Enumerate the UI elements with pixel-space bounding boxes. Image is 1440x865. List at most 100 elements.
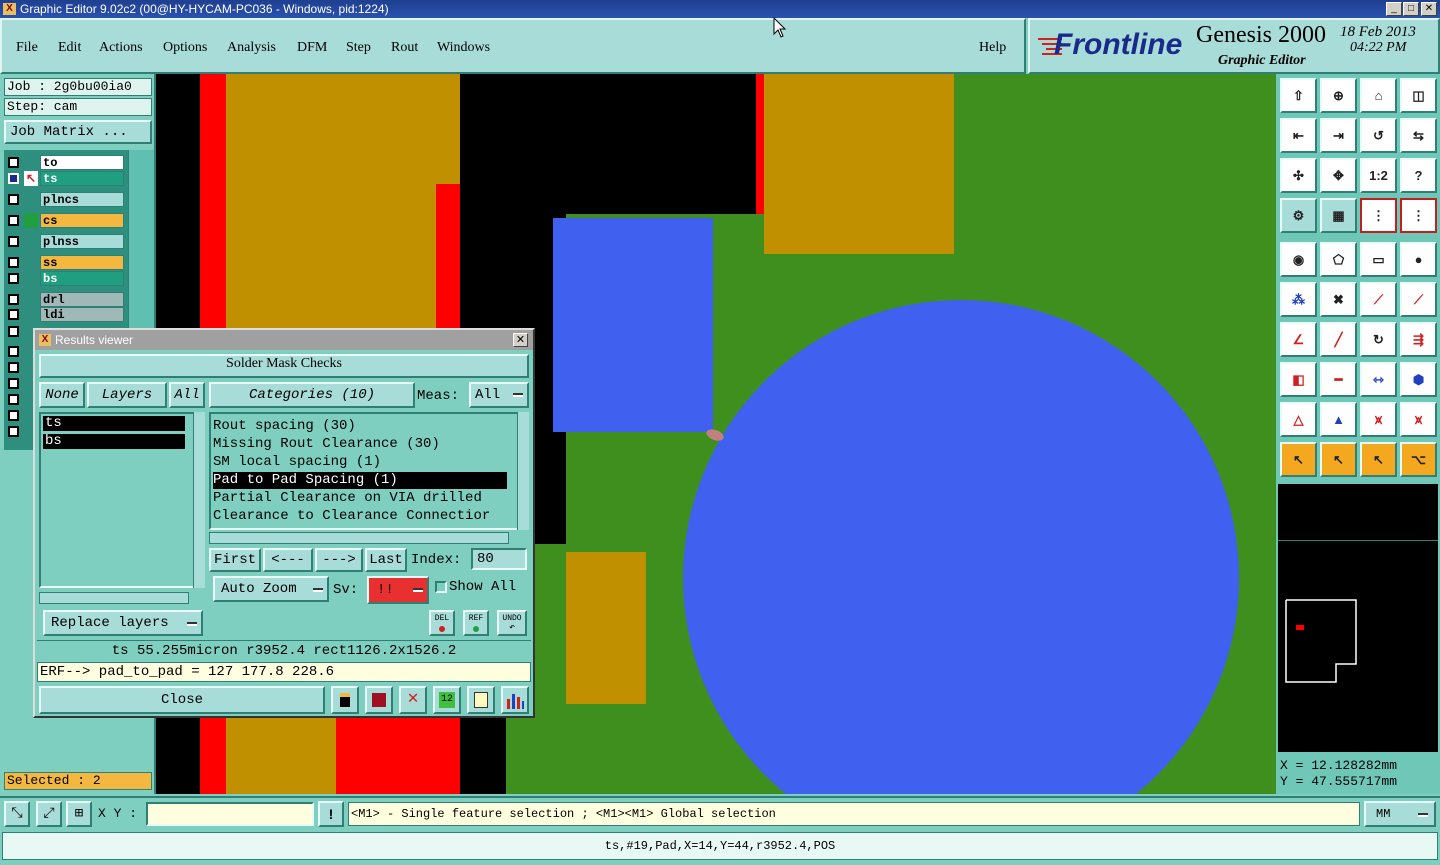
- layer-checkbox[interactable]: [8, 378, 19, 389]
- auto-zoom-dropdown[interactable]: Auto Zoom: [213, 576, 329, 602]
- layer-checkbox[interactable]: [8, 394, 19, 405]
- no-display-icon[interactable]: ✕: [399, 686, 427, 714]
- pad-move-icon[interactable]: ◧: [1280, 362, 1317, 397]
- menu-actions[interactable]: Actions: [99, 40, 143, 56]
- categories-list[interactable]: Rout spacing (30) Missing Rout Clearance…: [209, 412, 519, 530]
- grid-icon[interactable]: ▦: [1320, 198, 1357, 233]
- scale-icon[interactable]: 1:2: [1360, 158, 1397, 193]
- categories-hscroll[interactable]: [209, 532, 509, 544]
- flip-icon[interactable]: ⇶: [1400, 322, 1437, 357]
- layer-row-ts[interactable]: ↖ ts: [6, 171, 124, 186]
- pad-icon[interactable]: ●: [1400, 242, 1437, 277]
- menu-dfm[interactable]: DFM: [297, 40, 327, 56]
- categories-vscroll[interactable]: [517, 412, 529, 530]
- xy-input[interactable]: [146, 802, 314, 826]
- category-item[interactable]: Clearance to Clearance Connectior: [213, 508, 509, 525]
- shapes-icon[interactable]: ⬢: [1400, 362, 1437, 397]
- layer-row-cs[interactable]: cs: [6, 213, 124, 228]
- replace-layers-dropdown[interactable]: Replace layers: [43, 610, 203, 636]
- grid-toggle-icon[interactable]: ⊞: [66, 801, 92, 827]
- window-split-icon[interactable]: ◫: [1400, 78, 1437, 113]
- menu-step[interactable]: Step: [346, 40, 371, 56]
- zoom-in-icon[interactable]: ⊕: [1320, 78, 1357, 113]
- select-arrow-icon[interactable]: ↖: [1280, 442, 1317, 477]
- layer-checkbox[interactable]: [8, 326, 19, 337]
- menu-file[interactable]: File: [16, 40, 38, 56]
- feature-info-icon[interactable]: ◉: [1280, 242, 1317, 277]
- layer-checkbox[interactable]: [8, 294, 19, 305]
- index-input[interactable]: 80: [471, 548, 527, 570]
- alert-icon[interactable]: !: [318, 801, 344, 827]
- overview-map[interactable]: [1278, 484, 1438, 752]
- histogram-icon[interactable]: [501, 686, 529, 714]
- arch-icon[interactable]: ⩙: [1360, 402, 1397, 437]
- category-item[interactable]: SM local spacing (1): [213, 454, 509, 471]
- units-dropdown[interactable]: MM: [1364, 801, 1436, 827]
- numbering-icon[interactable]: 12: [433, 686, 461, 714]
- category-item[interactable]: Missing Rout Clearance (30): [213, 436, 509, 453]
- del-button[interactable]: DEL: [429, 610, 455, 636]
- layer-checkbox[interactable]: [8, 309, 19, 320]
- home-icon[interactable]: ⌂: [1360, 78, 1397, 113]
- maximize-button[interactable]: □: [1403, 2, 1419, 16]
- results-close-icon[interactable]: ✕: [513, 333, 528, 347]
- highlight-icon[interactable]: [331, 686, 359, 714]
- ruler-icon[interactable]: ▭: [1360, 242, 1397, 277]
- prev-button[interactable]: <---: [263, 548, 313, 572]
- layer-row-ss[interactable]: ss: [6, 255, 124, 270]
- layer-checkbox[interactable]: [8, 426, 19, 437]
- select-box-icon[interactable]: ↖: [1320, 442, 1357, 477]
- notes-icon[interactable]: [467, 686, 495, 714]
- layer-checkbox[interactable]: [8, 273, 19, 284]
- triangle-icon[interactable]: △: [1280, 402, 1317, 437]
- show-all-checkbox[interactable]: [435, 581, 447, 593]
- edit-shape-icon[interactable]: ⬠: [1320, 242, 1357, 277]
- next-button[interactable]: --->: [315, 548, 363, 572]
- snap-grid-icon[interactable]: ⤢: [36, 801, 62, 827]
- menu-rout[interactable]: Rout: [391, 40, 418, 56]
- job-matrix-button[interactable]: Job Matrix ...: [4, 120, 152, 144]
- minimize-button[interactable]: _: [1386, 2, 1402, 16]
- layer-row-plncs[interactable]: plncs: [6, 192, 124, 207]
- categories-button[interactable]: Categories (10): [209, 382, 415, 408]
- rotate-icon[interactable]: ↺: [1360, 118, 1397, 153]
- category-item[interactable]: Rout spacing (30): [213, 418, 509, 435]
- layers-list-hscroll[interactable]: [39, 592, 189, 604]
- results-close-button[interactable]: Close: [39, 686, 325, 714]
- ref-button[interactable]: REF: [463, 610, 489, 636]
- center-icon[interactable]: ✥: [1320, 158, 1357, 193]
- connect-icon[interactable]: ⁂: [1280, 282, 1317, 317]
- layer-row-drl[interactable]: drl: [6, 292, 124, 307]
- triangle-blue-icon[interactable]: ▲: [1320, 402, 1357, 437]
- menu-edit[interactable]: Edit: [58, 40, 81, 56]
- arch-red-icon[interactable]: ⩙: [1400, 402, 1437, 437]
- first-button[interactable]: First: [209, 548, 261, 572]
- layer-checkbox[interactable]: [8, 215, 19, 226]
- menu-windows[interactable]: Windows: [437, 40, 490, 56]
- select-route-icon[interactable]: ⌥: [1400, 442, 1437, 477]
- layer-checkbox[interactable]: [8, 194, 19, 205]
- pan-right-icon[interactable]: ⇥: [1320, 118, 1357, 153]
- dash-icon[interactable]: ━: [1320, 362, 1357, 397]
- swap-icon[interactable]: ⇆: [1400, 118, 1437, 153]
- layers-list[interactable]: ts bs: [39, 412, 197, 588]
- menu-options[interactable]: Options: [163, 40, 207, 56]
- menu-help[interactable]: Help: [979, 40, 1006, 56]
- category-item[interactable]: Partial Clearance on VIA drilled: [213, 490, 509, 507]
- layers-all-button[interactable]: All: [169, 382, 205, 408]
- layer-row-ldi[interactable]: ldi: [6, 307, 124, 322]
- tools-icon[interactable]: ⚙: [1280, 198, 1317, 233]
- layer-checkbox[interactable]: [8, 346, 19, 357]
- layers-list-vscroll[interactable]: [193, 412, 205, 588]
- report-icon[interactable]: [365, 686, 393, 714]
- layer-row-bs[interactable]: bs: [6, 271, 124, 286]
- layers-button[interactable]: Layers: [87, 382, 167, 408]
- category-item-selected[interactable]: Pad to Pad Spacing (1): [213, 472, 507, 489]
- measure-icon[interactable]: ⇿: [1360, 362, 1397, 397]
- netlist-icon[interactable]: ⋮: [1360, 198, 1397, 233]
- undo-button[interactable]: UNDO ↶: [497, 610, 527, 636]
- layers-list-item[interactable]: ts: [43, 416, 185, 431]
- select-net-icon[interactable]: ↖: [1360, 442, 1397, 477]
- layer-row-to[interactable]: to: [6, 155, 124, 170]
- severity-dropdown[interactable]: !!: [367, 576, 429, 604]
